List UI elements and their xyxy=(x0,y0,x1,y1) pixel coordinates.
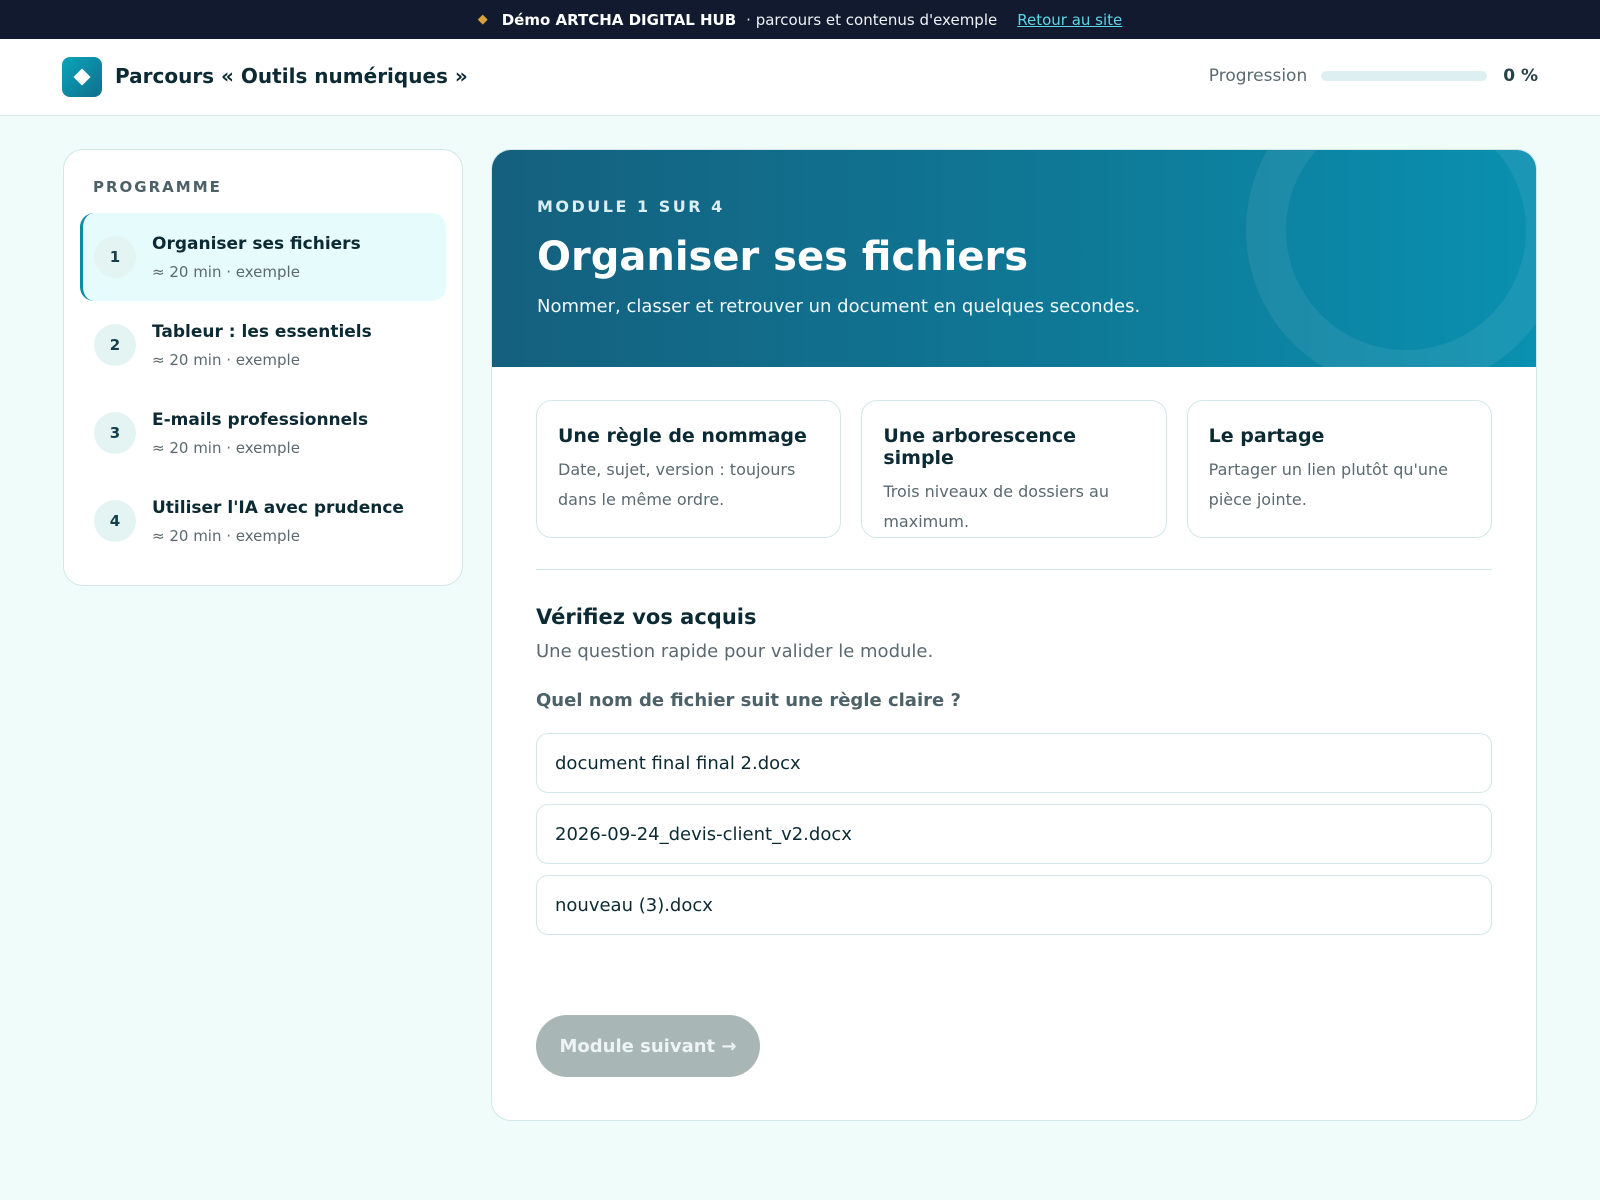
key-point-card: Une règle de nommage Date, sujet, versio… xyxy=(536,400,842,538)
quiz-option[interactable]: 2026-09-24_devis-client_v2.docx xyxy=(536,804,1492,864)
key-point-title: Le partage xyxy=(1208,425,1325,447)
sidebar-item-ia-prudence[interactable]: 4 Utiliser l'IA avec prudence ≈ 20 min ·… xyxy=(80,477,446,565)
sidebar-item-meta: ≈ 20 min · exemple xyxy=(152,438,300,457)
module-hero: MODULE 1 SUR 4 Organiser ses fichiers No… xyxy=(492,150,1536,367)
sidebar-item-organiser-fichiers[interactable]: 1 Organiser ses fichiers ≈ 20 min · exem… xyxy=(80,213,446,301)
quiz-option[interactable]: nouveau (3).docx xyxy=(536,875,1492,935)
sidebar-item-meta: ≈ 20 min · exemple xyxy=(152,350,300,369)
back-to-site-link[interactable]: Retour au site xyxy=(1017,11,1122,29)
key-point-text: Partager un lien plutôt qu'une pièce joi… xyxy=(1208,460,1449,509)
banner-brand: Démo ARTCHA DIGITAL HUB xyxy=(501,10,737,29)
sidebar-title: PROGRAMME xyxy=(93,178,222,196)
diamond-icon: ◆ xyxy=(477,12,488,27)
quiz-options: document final final 2.docx 2026-09-24_d… xyxy=(536,733,1492,935)
key-point-text: Date, sujet, version : toujours dans le … xyxy=(558,460,796,509)
module-card: MODULE 1 SUR 4 Organiser ses fichiers No… xyxy=(491,149,1537,1121)
key-point-text: Trois niveaux de dossiers au maximum. xyxy=(883,482,1109,531)
quiz-option[interactable]: document final final 2.docx xyxy=(536,733,1492,793)
course-header: Parcours « Outils numériques » Progressi… xyxy=(0,39,1600,116)
progress-bar xyxy=(1321,71,1488,81)
quiz-question: Quel nom de fichier suit une règle clair… xyxy=(536,690,961,711)
key-point-title: Une règle de nommage xyxy=(558,425,807,447)
course-logo-icon xyxy=(62,57,102,97)
key-point-card: Une arborescence simple Trois niveaux de… xyxy=(861,400,1167,538)
demo-banner: ◆ Démo ARTCHA DIGITAL HUB · parcours et … xyxy=(0,0,1600,39)
progress-indicator: Progression 0 % xyxy=(1209,66,1538,86)
module-number-badge: 1 xyxy=(94,236,136,278)
quiz-subtitle: Une question rapide pour valider le modu… xyxy=(536,641,934,662)
banner-text: · parcours et contenus d'exemple xyxy=(746,10,998,29)
next-module-button[interactable]: Module suivant → xyxy=(536,1015,760,1077)
progress-value: 0 % xyxy=(1503,66,1538,86)
program-sidebar: PROGRAMME 1 Organiser ses fichiers ≈ 20 … xyxy=(63,149,463,586)
sidebar-item-tableur[interactable]: 2 Tableur : les essentiels ≈ 20 min · ex… xyxy=(80,301,446,389)
sidebar-item-label: Utiliser l'IA avec prudence xyxy=(152,497,404,518)
module-number-badge: 4 xyxy=(94,500,136,542)
key-point-title: Une arborescence simple xyxy=(883,425,1077,469)
sidebar-item-label: Organiser ses fichiers xyxy=(152,233,361,254)
sidebar-item-meta: ≈ 20 min · exemple xyxy=(152,526,300,545)
quiz-section: Vérifiez vos acquis Une question rapide … xyxy=(492,570,1536,935)
module-number-badge: 3 xyxy=(94,412,136,454)
quiz-title: Vérifiez vos acquis xyxy=(536,605,757,629)
key-point-card: Le partage Partager un lien plutôt qu'un… xyxy=(1186,400,1492,538)
progress-label: Progression xyxy=(1208,66,1308,86)
sidebar-item-emails[interactable]: 3 E-mails professionnels ≈ 20 min · exem… xyxy=(80,389,446,477)
course-title: Parcours « Outils numériques » xyxy=(115,64,468,88)
sidebar-item-label: E-mails professionnels xyxy=(152,409,369,430)
sidebar-item-meta: ≈ 20 min · exemple xyxy=(152,262,300,281)
decorative-ring-icon xyxy=(1246,150,1536,367)
key-points: Une règle de nommage Date, sujet, versio… xyxy=(492,367,1536,538)
sidebar-item-label: Tableur : les essentiels xyxy=(152,321,372,342)
module-number-badge: 2 xyxy=(94,324,136,366)
